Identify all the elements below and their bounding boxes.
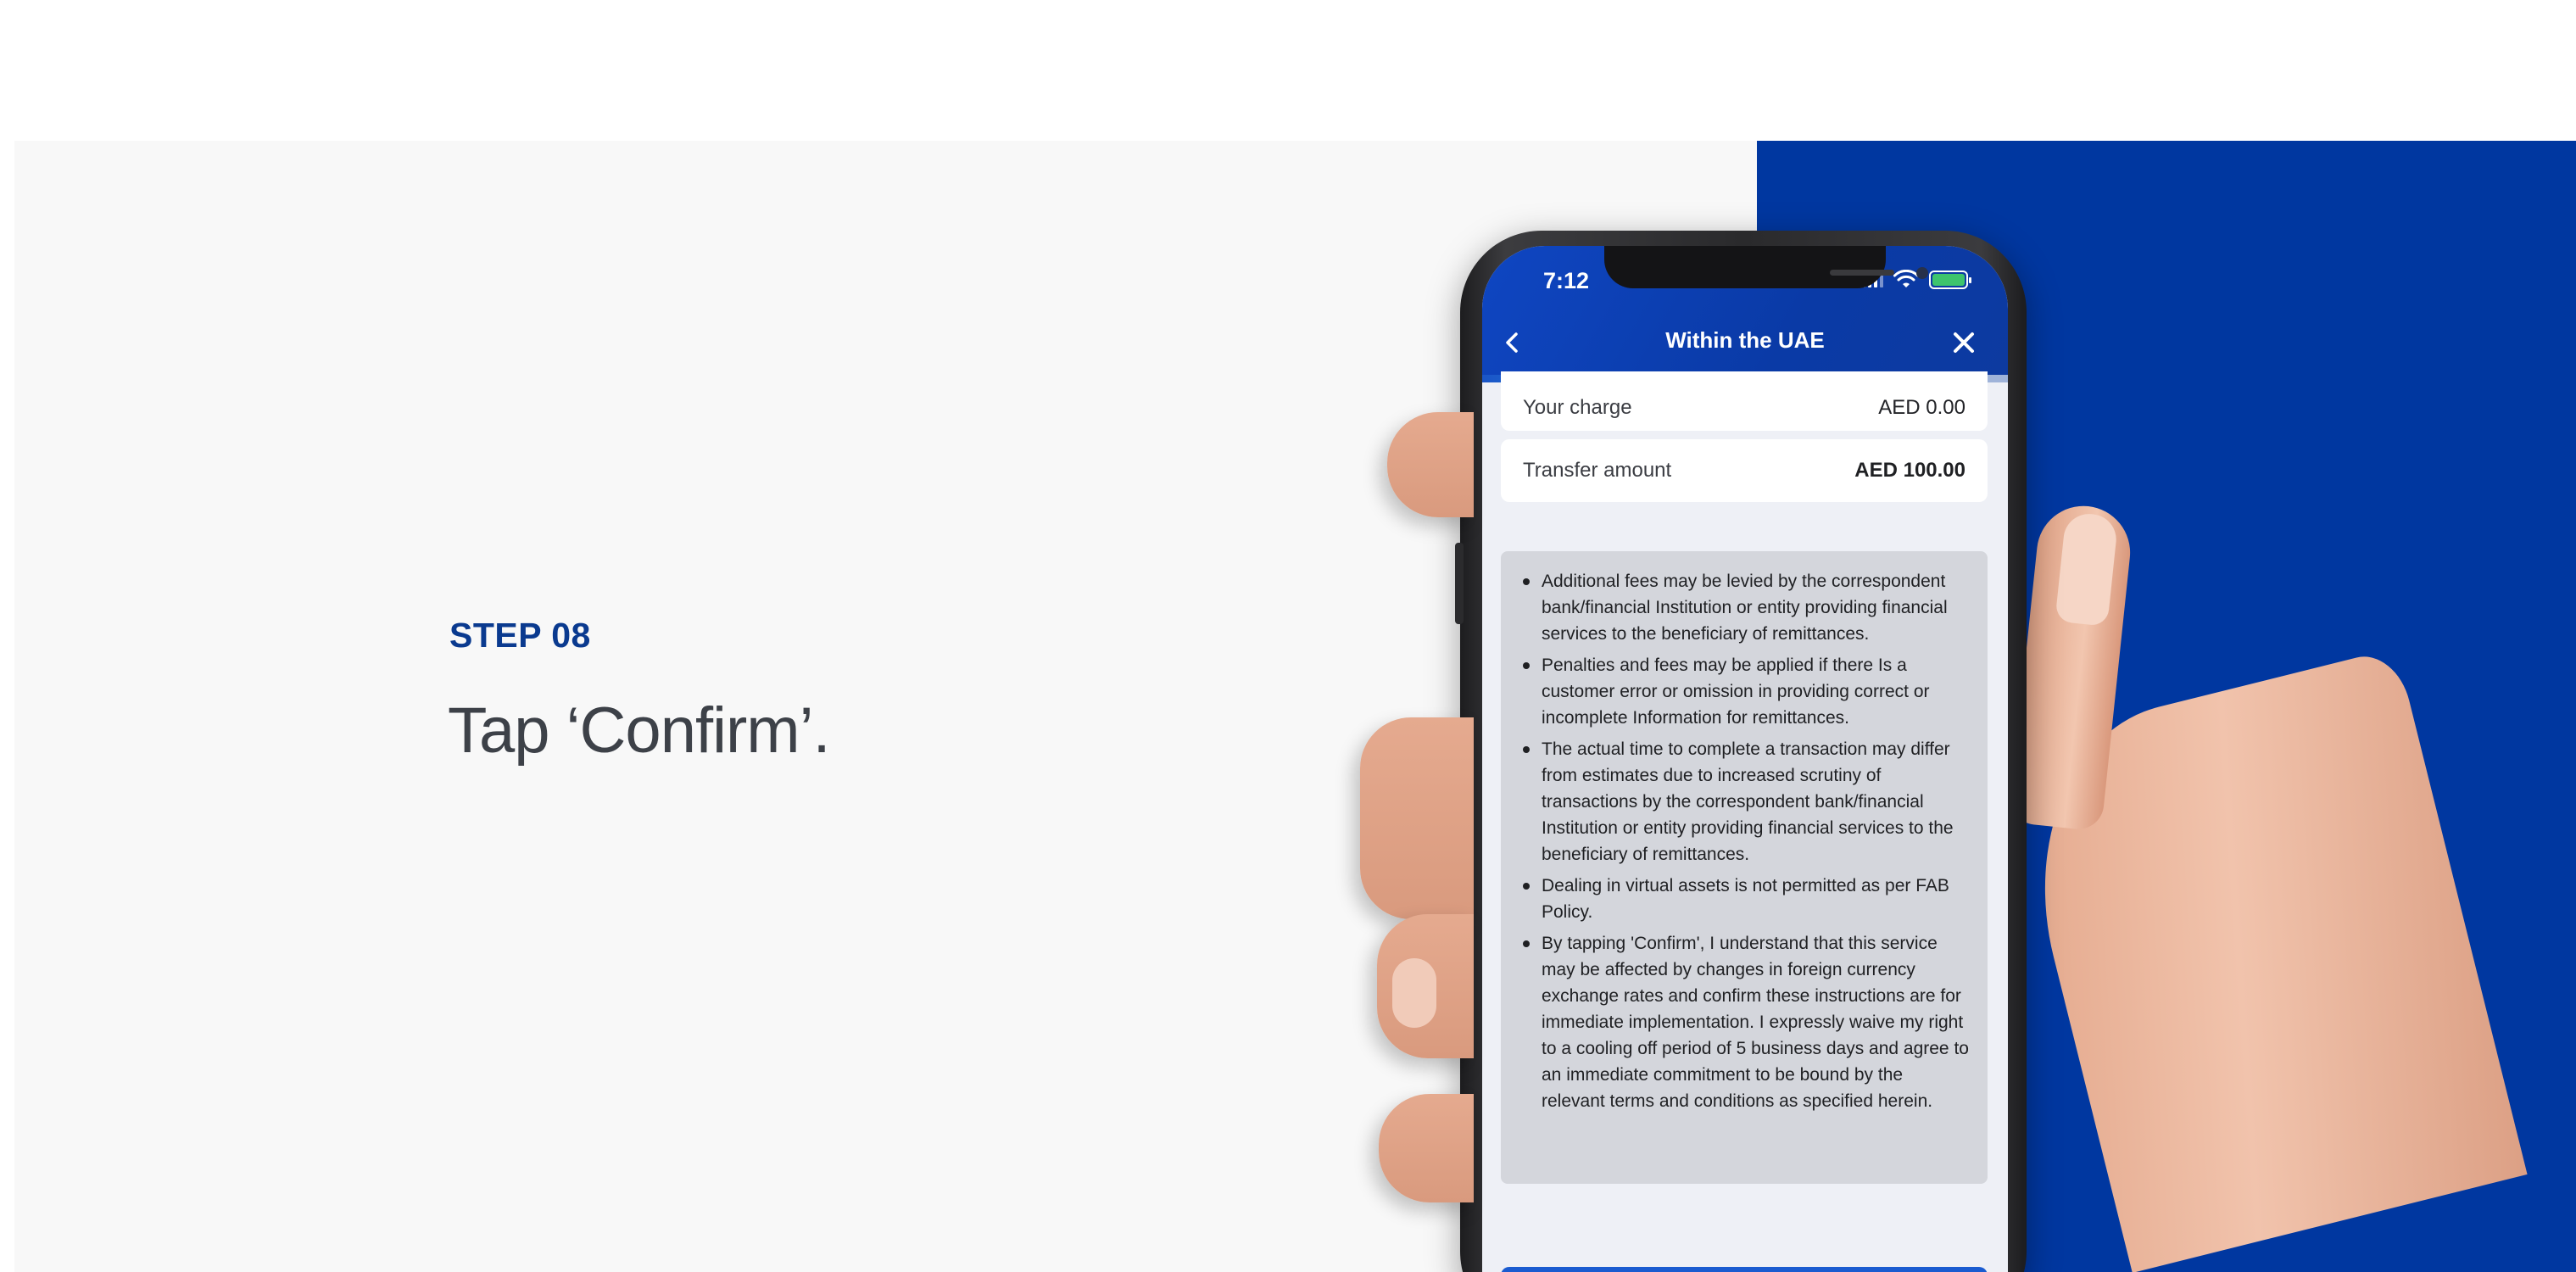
transfer-amount-value: AED 100.00 bbox=[1854, 459, 1965, 482]
finger-nail bbox=[1392, 958, 1436, 1028]
battery-charging-icon bbox=[1929, 271, 1971, 289]
status-time: 7:12 bbox=[1543, 268, 1590, 293]
phone-camera bbox=[1916, 267, 1928, 279]
disclaimer-box: Additional fees may be levied by the cor… bbox=[1501, 551, 1988, 1184]
step-label: STEP 08 bbox=[449, 616, 591, 655]
screen-title: Within the UAE bbox=[1665, 327, 1825, 353]
hand-finger bbox=[1360, 717, 1474, 919]
disclaimer-item: Penalties and fees may be applied if the… bbox=[1519, 652, 1969, 731]
disclaimer-item: By tapping 'Confirm', I understand that … bbox=[1519, 930, 1969, 1114]
confirm-button[interactable] bbox=[1501, 1267, 1988, 1272]
your-charge-label: Your charge bbox=[1523, 396, 1632, 419]
phone-notch bbox=[1604, 246, 1928, 288]
disclaimer-item: Dealing in virtual assets is not permitt… bbox=[1519, 873, 1969, 925]
transfer-amount-row: Transfer amount AED 100.00 bbox=[1501, 439, 1988, 502]
disclaimer-item: Additional fees may be levied by the cor… bbox=[1519, 568, 1969, 647]
transfer-amount-label: Transfer amount bbox=[1523, 459, 1672, 482]
close-icon[interactable] bbox=[1947, 326, 1981, 360]
your-charge-row: Your charge AED 0.00 bbox=[1501, 371, 1988, 431]
phone-speaker bbox=[1830, 270, 1894, 276]
hand-finger bbox=[1379, 1094, 1474, 1202]
your-charge-value: AED 0.00 bbox=[1878, 396, 1965, 419]
step-title: Tap ‘Confirm’. bbox=[448, 695, 831, 767]
disclaimer-list: Additional fees may be levied by the cor… bbox=[1519, 568, 1969, 1114]
wifi-icon bbox=[1893, 270, 1919, 287]
phone-screen: 7:12 Within the UAE Your charge AED 0.00… bbox=[1482, 246, 2008, 1272]
phone-side-button bbox=[1455, 543, 1464, 624]
disclaimer-item: The actual time to complete a transactio… bbox=[1519, 736, 1969, 868]
